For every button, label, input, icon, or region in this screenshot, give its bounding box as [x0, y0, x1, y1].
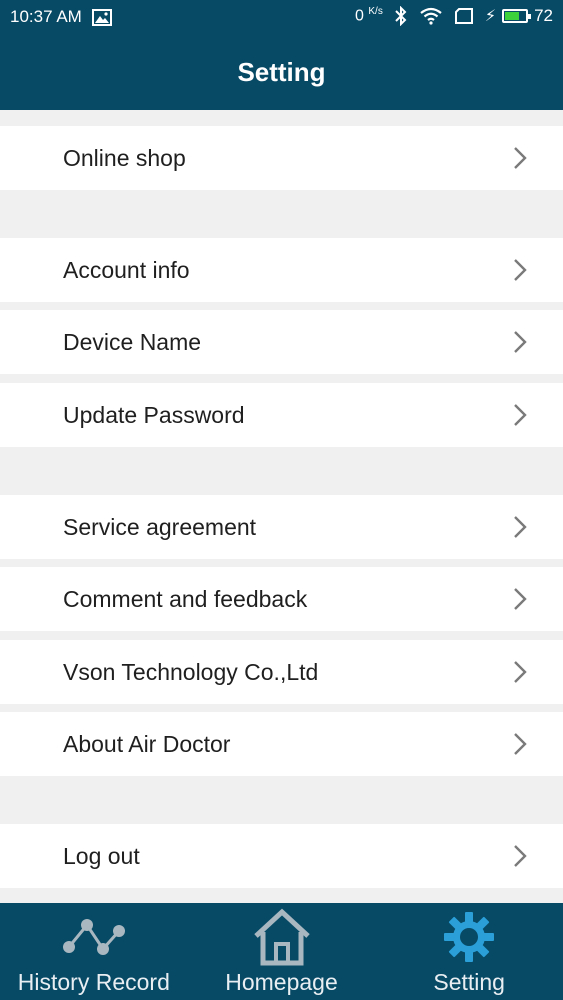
menu-item-label: Online shop	[63, 144, 186, 171]
battery-group: ⚡ 72	[485, 6, 553, 26]
bottom-tab-bar: History Record Homepage Setting	[0, 903, 563, 1000]
chevron-right-icon	[514, 147, 527, 169]
battery-fill	[505, 12, 520, 20]
chevron-right-icon	[514, 331, 527, 353]
tab-label: Setting	[433, 969, 505, 995]
menu-item-service-agreement[interactable]: Service agreement	[0, 495, 563, 559]
network-speed-value: 0	[355, 7, 364, 25]
menu-item-device-name[interactable]: Device Name	[0, 310, 563, 374]
menu-item-online-shop[interactable]: Online shop	[0, 126, 563, 190]
menu-item-comment-feedback[interactable]: Comment and feedback	[0, 567, 563, 631]
chevron-right-icon	[514, 516, 527, 538]
status-time: 10:37 AM	[10, 7, 82, 26]
tab-history-record[interactable]: History Record	[0, 903, 188, 1000]
menu-item-label: Log out	[63, 842, 140, 869]
menu-item-update-password[interactable]: Update Password	[0, 383, 563, 447]
gear-icon	[443, 909, 495, 965]
sim-card-icon	[454, 8, 473, 24]
network-speed-unit: K/s	[368, 6, 383, 18]
status-bar: 10:37 AM 0 K/s ⚡ 72	[0, 0, 563, 34]
menu-item-label: Account info	[63, 256, 190, 283]
menu-item-label: Service agreement	[63, 513, 257, 540]
chevron-right-icon	[514, 404, 527, 426]
chevron-right-icon	[514, 259, 527, 281]
tab-label: History Record	[17, 969, 170, 995]
battery-percent: 72	[534, 6, 553, 25]
menu-item-label: Update Password	[63, 401, 245, 428]
menu-item-label: Device Name	[63, 328, 202, 355]
header-bar: Setting	[0, 34, 563, 110]
battery-icon	[502, 9, 532, 23]
status-bar-right: 0 K/s ⚡ 72	[355, 6, 553, 26]
menu-item-company[interactable]: Vson Technology Co.,Ltd	[0, 640, 563, 704]
home-icon	[252, 908, 312, 966]
menu-item-label: Comment and feedback	[63, 585, 308, 612]
menu-item-log-out[interactable]: Log out	[0, 824, 563, 888]
chart-line-icon	[61, 909, 127, 965]
charging-bolt-icon: ⚡	[484, 8, 497, 25]
settings-screen: 10:37 AM 0 K/s ⚡ 72 Setting Online shop …	[0, 0, 563, 1000]
tab-label: Homepage	[225, 969, 338, 995]
chevron-right-icon	[514, 733, 527, 755]
page-title: Setting	[237, 56, 326, 87]
menu-item-about[interactable]: About Air Doctor	[0, 712, 563, 776]
menu-item-label: About Air Doctor	[63, 730, 231, 757]
image-notification-icon	[91, 8, 112, 26]
chevron-right-icon	[514, 661, 527, 683]
tab-setting[interactable]: Setting	[375, 903, 563, 1000]
menu-item-account-info[interactable]: Account info	[0, 238, 563, 302]
chevron-right-icon	[514, 588, 527, 610]
bluetooth-icon	[395, 6, 407, 26]
status-bar-left: 10:37 AM	[10, 7, 112, 27]
wifi-icon	[420, 7, 442, 25]
menu-item-label: Vson Technology Co.,Ltd	[63, 658, 319, 685]
tab-homepage[interactable]: Homepage	[188, 903, 376, 1000]
network-speed: 0 K/s	[355, 6, 383, 25]
chevron-right-icon	[514, 845, 527, 867]
